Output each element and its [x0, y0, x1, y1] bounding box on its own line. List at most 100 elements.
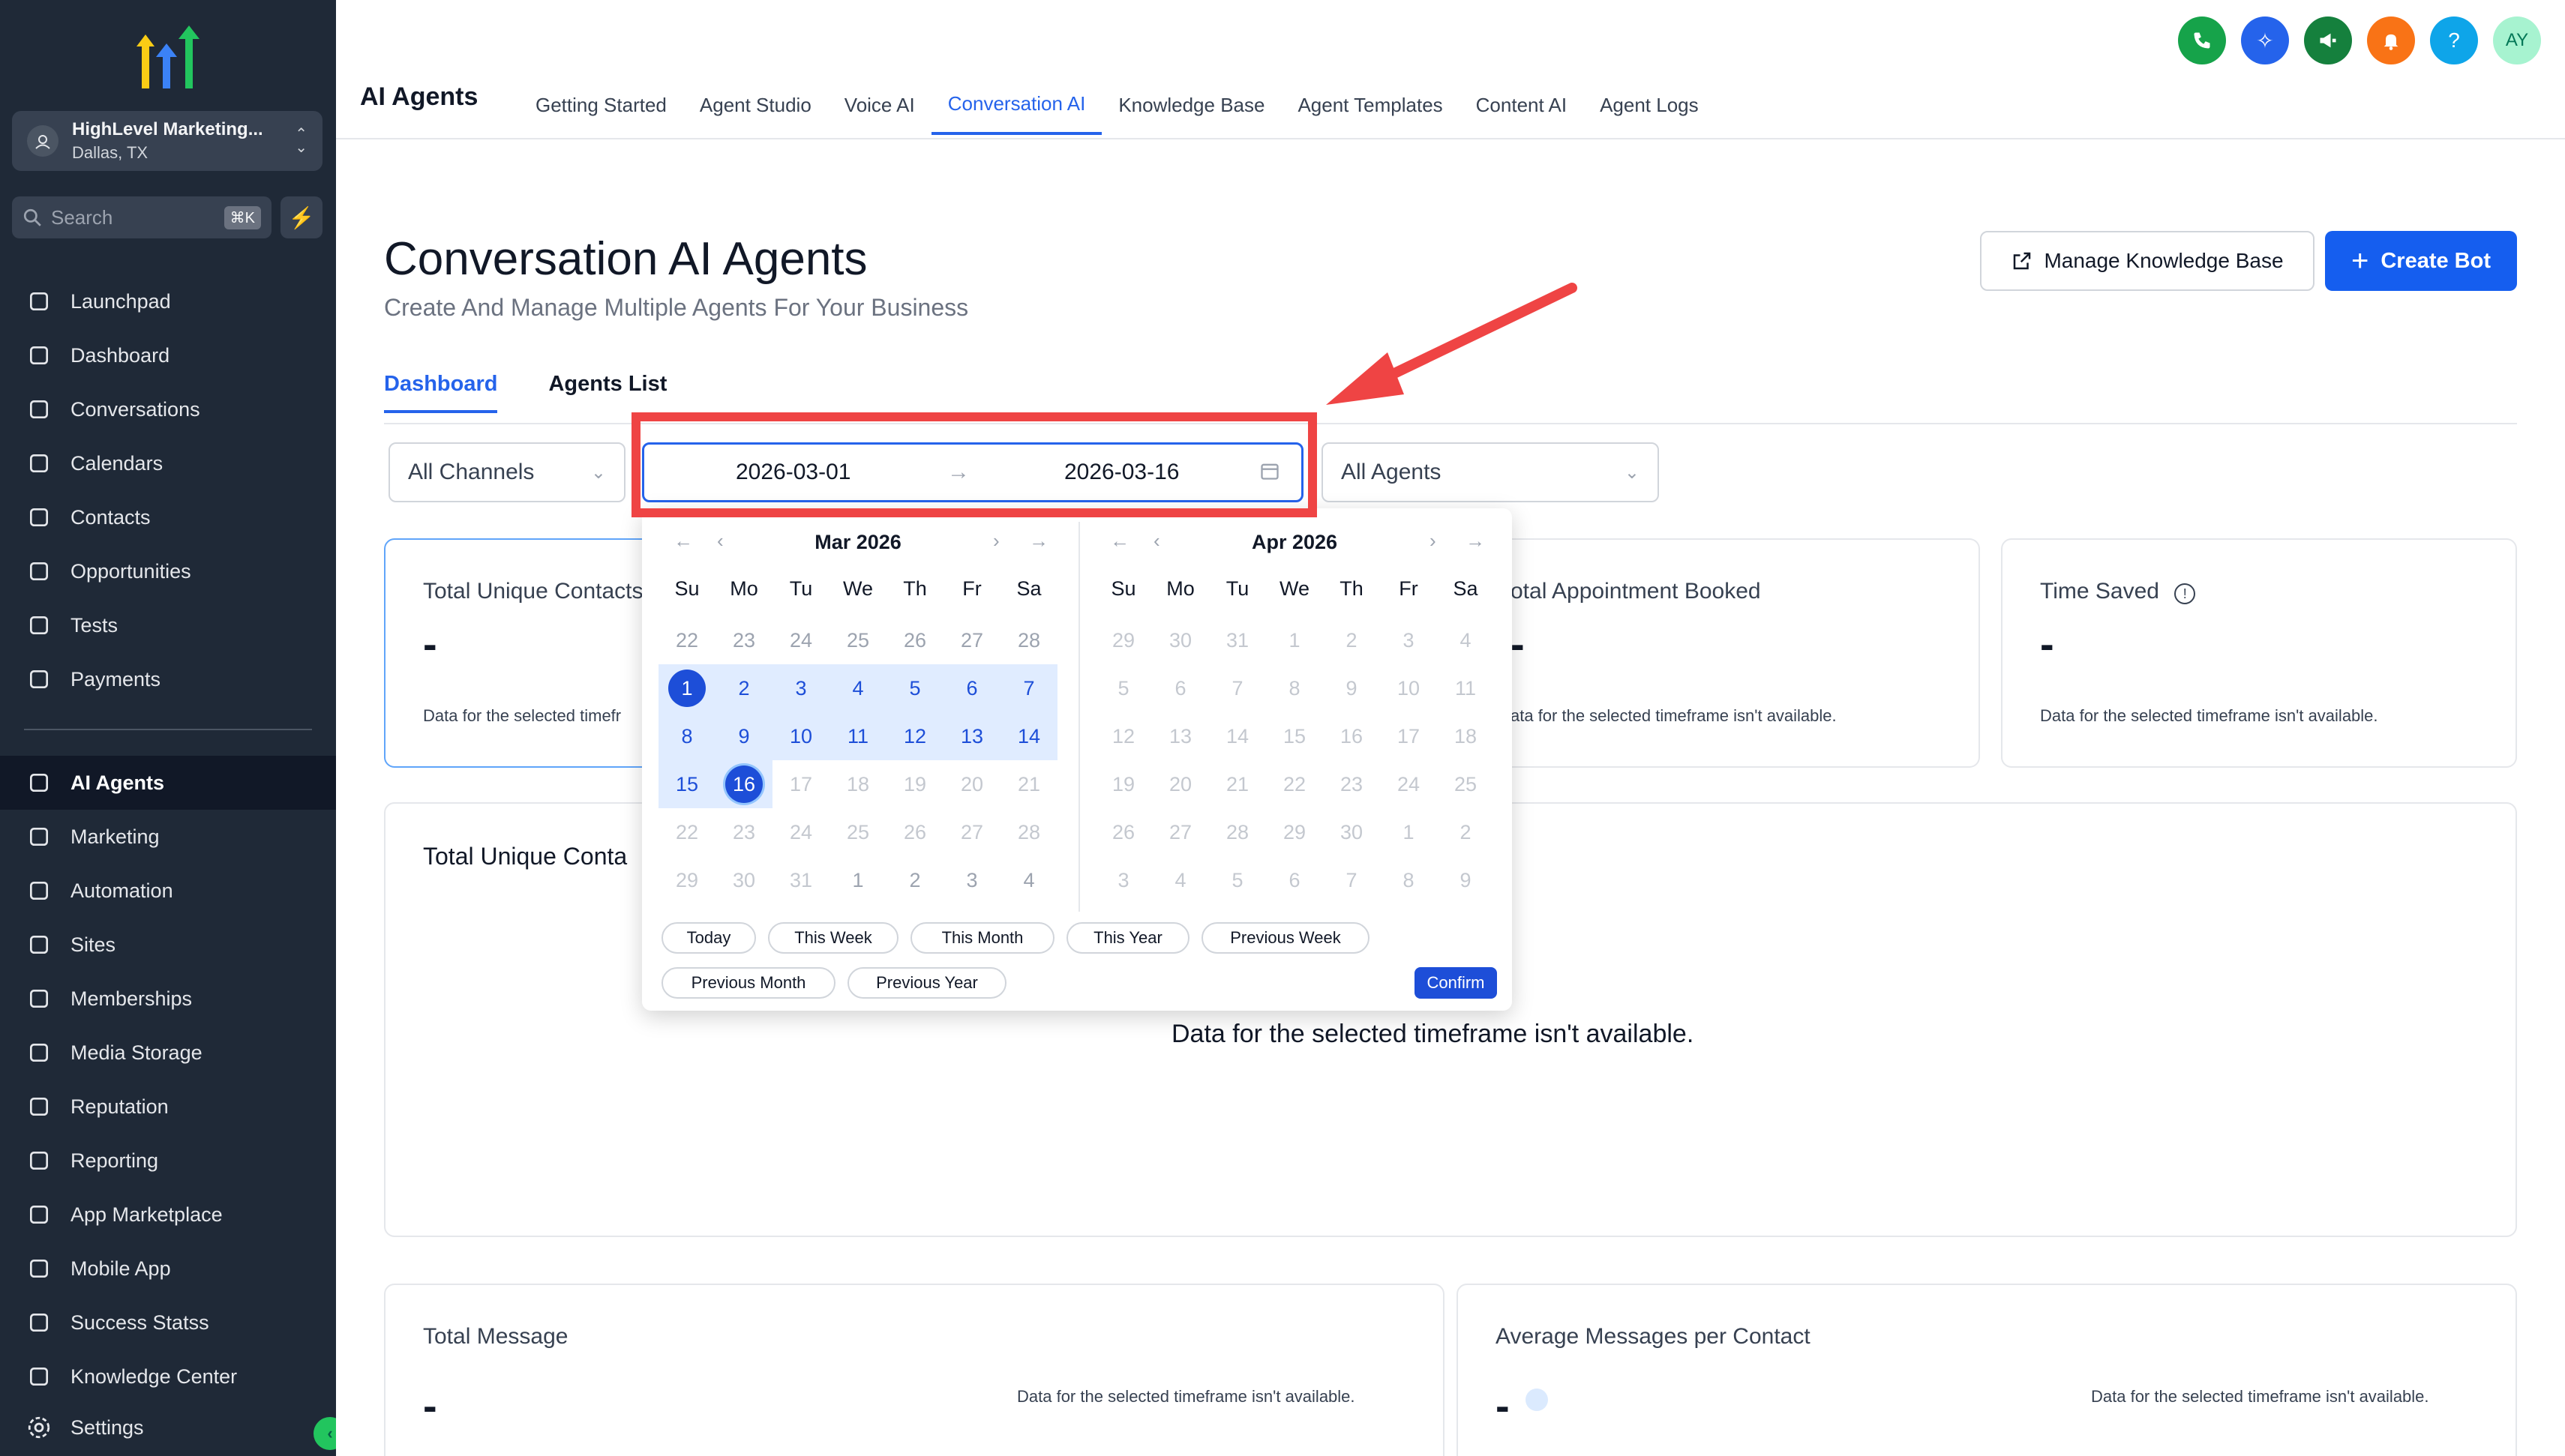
tab-content-ai[interactable]: Content AI	[1460, 75, 1583, 135]
sidebar-item-calendars[interactable]: Calendars	[0, 436, 336, 490]
calendar-day[interactable]: 30	[1152, 616, 1209, 664]
tab-agent-templates[interactable]: Agent Templates	[1281, 75, 1459, 135]
calendar-day[interactable]: 1	[1380, 808, 1437, 856]
calendar-day[interactable]: 29	[1095, 616, 1152, 664]
calendar-day[interactable]: 6	[944, 664, 1000, 712]
calendar-day[interactable]: 22	[658, 808, 716, 856]
sidebar-item-tests[interactable]: Tests	[0, 598, 336, 652]
calendar-day[interactable]: 8	[1380, 856, 1437, 904]
preset-previous-week[interactable]: Previous Week	[1202, 922, 1370, 954]
sparkle-icon[interactable]: ✧	[2241, 16, 2289, 64]
calendar-day[interactable]: 24	[1380, 760, 1437, 808]
tab-knowledge-base[interactable]: Knowledge Base	[1102, 75, 1281, 135]
tab-voice-ai[interactable]: Voice AI	[828, 75, 932, 135]
sidebar-item-knowledge-center[interactable]: Knowledge Center	[0, 1350, 336, 1404]
preset-previous-year[interactable]: Previous Year	[848, 967, 1006, 999]
calendar-day[interactable]: 28	[1000, 808, 1058, 856]
sidebar-item-media-storage[interactable]: Media Storage	[0, 1026, 336, 1080]
calendar-day[interactable]: 15	[658, 760, 716, 808]
calendar-day[interactable]: 9	[1437, 856, 1494, 904]
agents-select[interactable]: All Agents ⌄	[1322, 442, 1659, 502]
help-icon[interactable]: ?	[2430, 16, 2478, 64]
calendar-day[interactable]: 29	[1266, 808, 1323, 856]
sidebar-item-dashboard[interactable]: Dashboard	[0, 328, 336, 382]
calendar-day[interactable]: 8	[658, 712, 716, 760]
sidebar-item-automation[interactable]: Automation	[0, 864, 336, 918]
calendar-day[interactable]: 24	[772, 808, 830, 856]
sidebar-search[interactable]: Search ⌘K	[12, 196, 272, 238]
preset-today[interactable]: Today	[662, 922, 756, 954]
sidebar-item-settings[interactable]: Settings	[0, 1401, 336, 1455]
calendar-day[interactable]: 15	[1266, 712, 1323, 760]
calendar-day[interactable]: 27	[944, 808, 1000, 856]
calendar-day[interactable]: 2	[1323, 616, 1380, 664]
calendar-day[interactable]: 30	[1323, 808, 1380, 856]
calendar-day[interactable]: 26	[1095, 808, 1152, 856]
sidebar-item-launchpad[interactable]: Launchpad	[0, 274, 336, 328]
tab-dashboard[interactable]: Dashboard	[384, 372, 498, 413]
preset-previous-month[interactable]: Previous Month	[662, 967, 836, 999]
sidebar-item-success-statss[interactable]: Success Statss	[0, 1296, 336, 1350]
sidebar-item-reputation[interactable]: Reputation	[0, 1080, 336, 1134]
next-year-arrow-icon[interactable]: →	[1029, 529, 1048, 553]
calendar-day[interactable]: 21	[1000, 760, 1058, 808]
sidebar-item-marketing[interactable]: Marketing	[0, 810, 336, 864]
preset-this-week[interactable]: This Week	[768, 922, 898, 954]
calendar-day[interactable]: 4	[1437, 616, 1494, 664]
calendar-day[interactable]: 11	[1437, 664, 1494, 712]
calendar-day[interactable]: 12	[886, 712, 944, 760]
calendar-day[interactable]: 28	[1000, 616, 1058, 664]
preset-this-month[interactable]: This Month	[910, 922, 1054, 954]
sidebar-item-memberships[interactable]: Memberships	[0, 972, 336, 1026]
calendar-day[interactable]: 27	[944, 616, 1000, 664]
megaphone-icon[interactable]	[2304, 16, 2352, 64]
calendar-day[interactable]: 28	[1209, 808, 1266, 856]
calendar-day[interactable]: 9	[1323, 664, 1380, 712]
calendar-day[interactable]: 11	[830, 712, 886, 760]
calendar-day[interactable]: 10	[1380, 664, 1437, 712]
calendar-day[interactable]: 19	[1095, 760, 1152, 808]
calendar-day[interactable]: 3	[1380, 616, 1437, 664]
sidebar-item-payments[interactable]: Payments	[0, 652, 336, 706]
calendar-day[interactable]: 6	[1152, 664, 1209, 712]
calendar-day[interactable]: 14	[1209, 712, 1266, 760]
calendar-day[interactable]: 30	[716, 856, 772, 904]
calendar-day[interactable]: 4	[830, 664, 886, 712]
user-avatar[interactable]: AY	[2493, 16, 2541, 64]
highlevel-logo[interactable]	[129, 24, 204, 91]
calendar-day[interactable]: 21	[1209, 760, 1266, 808]
calendar-day[interactable]: 31	[772, 856, 830, 904]
sidebar-item-reporting[interactable]: Reporting	[0, 1134, 336, 1188]
next-month-chevron-icon[interactable]: ›	[993, 529, 1000, 553]
sidebar-item-opportunities[interactable]: Opportunities	[0, 544, 336, 598]
calendar-day[interactable]: 3	[944, 856, 1000, 904]
calendar-day[interactable]: 5	[1209, 856, 1266, 904]
calendar-day[interactable]: 29	[658, 856, 716, 904]
phone-icon[interactable]	[2178, 16, 2226, 64]
tab-getting-started[interactable]: Getting Started	[519, 75, 683, 135]
calendar-day[interactable]: 23	[1323, 760, 1380, 808]
calendar-day[interactable]: 22	[658, 616, 716, 664]
calendar-day[interactable]: 3	[772, 664, 830, 712]
calendar-day[interactable]: 1	[830, 856, 886, 904]
calendar-day[interactable]: 7	[1000, 664, 1058, 712]
confirm-button[interactable]: Confirm	[1414, 967, 1497, 999]
sidebar-item-app-marketplace[interactable]: App Marketplace	[0, 1188, 336, 1242]
tab-agents-list[interactable]: Agents List	[548, 372, 667, 413]
tab-conversation-ai[interactable]: Conversation AI	[931, 75, 1102, 135]
calendar-day[interactable]: 16	[1323, 712, 1380, 760]
calendar-day[interactable]: 20	[1152, 760, 1209, 808]
calendar-day[interactable]: 31	[1209, 616, 1266, 664]
calendar-day[interactable]: 10	[772, 712, 830, 760]
sidebar-item-mobile-app[interactable]: Mobile App	[0, 1242, 336, 1296]
tab-agent-logs[interactable]: Agent Logs	[1583, 75, 1715, 135]
channels-select[interactable]: All Channels ⌄	[388, 442, 626, 502]
calendar-day[interactable]: 18	[1437, 712, 1494, 760]
calendar-day[interactable]: 5	[886, 664, 944, 712]
calendar-day[interactable]: 17	[772, 760, 830, 808]
quick-action-bolt-icon[interactable]: ⚡	[280, 196, 322, 238]
sidebar-item-conversations[interactable]: Conversations	[0, 382, 336, 436]
tab-agent-studio[interactable]: Agent Studio	[683, 75, 828, 135]
create-bot-button[interactable]: + Create Bot	[2325, 231, 2517, 291]
info-icon[interactable]: !	[2174, 583, 2196, 604]
